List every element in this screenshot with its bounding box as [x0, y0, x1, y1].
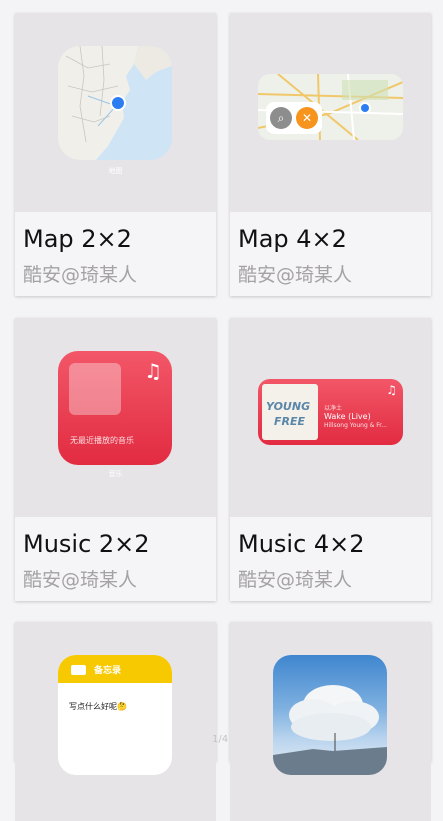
widget-preview: 地图 — [15, 13, 216, 212]
widget-card-map-4x2[interactable]: ⌕ ✕ Map 4×2 酷安@琦某人 — [230, 13, 431, 296]
widget-card-notes[interactable]: 备忘录 写点什么好呢🤔 — [15, 622, 216, 821]
widget-preview: ⌕ ✕ — [230, 13, 431, 212]
card-author: 酷安@琦某人 — [238, 264, 353, 286]
card-title: Music 4×2 — [238, 530, 365, 558]
song-artist: Hillsong Young & Fr... — [324, 422, 387, 429]
notes-widget: 备忘录 写点什么好呢🤔 — [58, 655, 172, 775]
music-note-icon: ♫ — [386, 383, 397, 397]
album-text-young: YOUNG — [266, 400, 311, 413]
photo-widget — [273, 655, 387, 775]
artist-line: 以净土 — [324, 405, 343, 412]
music-note-icon: ♫ — [144, 359, 162, 383]
empty-state-text: 无最近播放的音乐 — [70, 436, 134, 445]
map-widget-small — [58, 46, 172, 160]
music-widget-small: ♫ 无最近播放的音乐 — [58, 351, 172, 465]
card-author: 酷安@琦某人 — [23, 569, 138, 591]
folder-icon — [71, 665, 86, 675]
widget-card-music-4x2[interactable]: YOUNG FREE ♫ 以净土 Wake (Live) Hillsong Yo… — [230, 318, 431, 601]
note-text: 写点什么好呢🤔 — [69, 702, 127, 711]
food-icon[interactable]: ✕ — [296, 107, 318, 129]
page-indicator: 1/4 — [212, 734, 229, 745]
card-title: Map 2×2 — [23, 225, 132, 253]
widget-preview: ♫ 无最近播放的音乐 音乐 — [15, 318, 216, 517]
widget-preview: 备忘录 写点什么好呢🤔 — [15, 622, 216, 821]
widget-card-music-2x2[interactable]: ♫ 无最近播放的音乐 音乐 Music 2×2 酷安@琦某人 — [15, 318, 216, 601]
widget-preview — [230, 622, 431, 821]
widget-caption: 地图 — [108, 167, 123, 175]
album-text-free: FREE — [274, 415, 306, 428]
song-title: Wake (Live) — [324, 412, 371, 421]
sky-photo — [273, 685, 387, 775]
card-author: 酷安@琦某人 — [238, 569, 353, 591]
artwork-placeholder — [69, 363, 121, 415]
map-widget-medium: ⌕ ✕ — [258, 74, 403, 140]
location-dot — [110, 95, 126, 111]
album-artwork: YOUNG FREE — [262, 384, 318, 440]
widget-preview: YOUNG FREE ♫ 以净土 Wake (Live) Hillsong Yo… — [230, 318, 431, 517]
music-widget-medium: YOUNG FREE ♫ 以净土 Wake (Live) Hillsong Yo… — [258, 379, 403, 445]
widget-card-photo[interactable] — [230, 622, 431, 821]
card-author: 酷安@琦某人 — [23, 264, 138, 286]
notes-title: 备忘录 — [94, 666, 122, 676]
widget-caption: 音乐 — [108, 470, 123, 478]
search-icon[interactable]: ⌕ — [270, 107, 292, 129]
widget-card-map-2x2[interactable]: 地图 Map 2×2 酷安@琦某人 — [15, 13, 216, 296]
card-title: Music 2×2 — [23, 530, 150, 558]
card-title: Map 4×2 — [238, 225, 347, 253]
location-dot — [359, 102, 371, 114]
